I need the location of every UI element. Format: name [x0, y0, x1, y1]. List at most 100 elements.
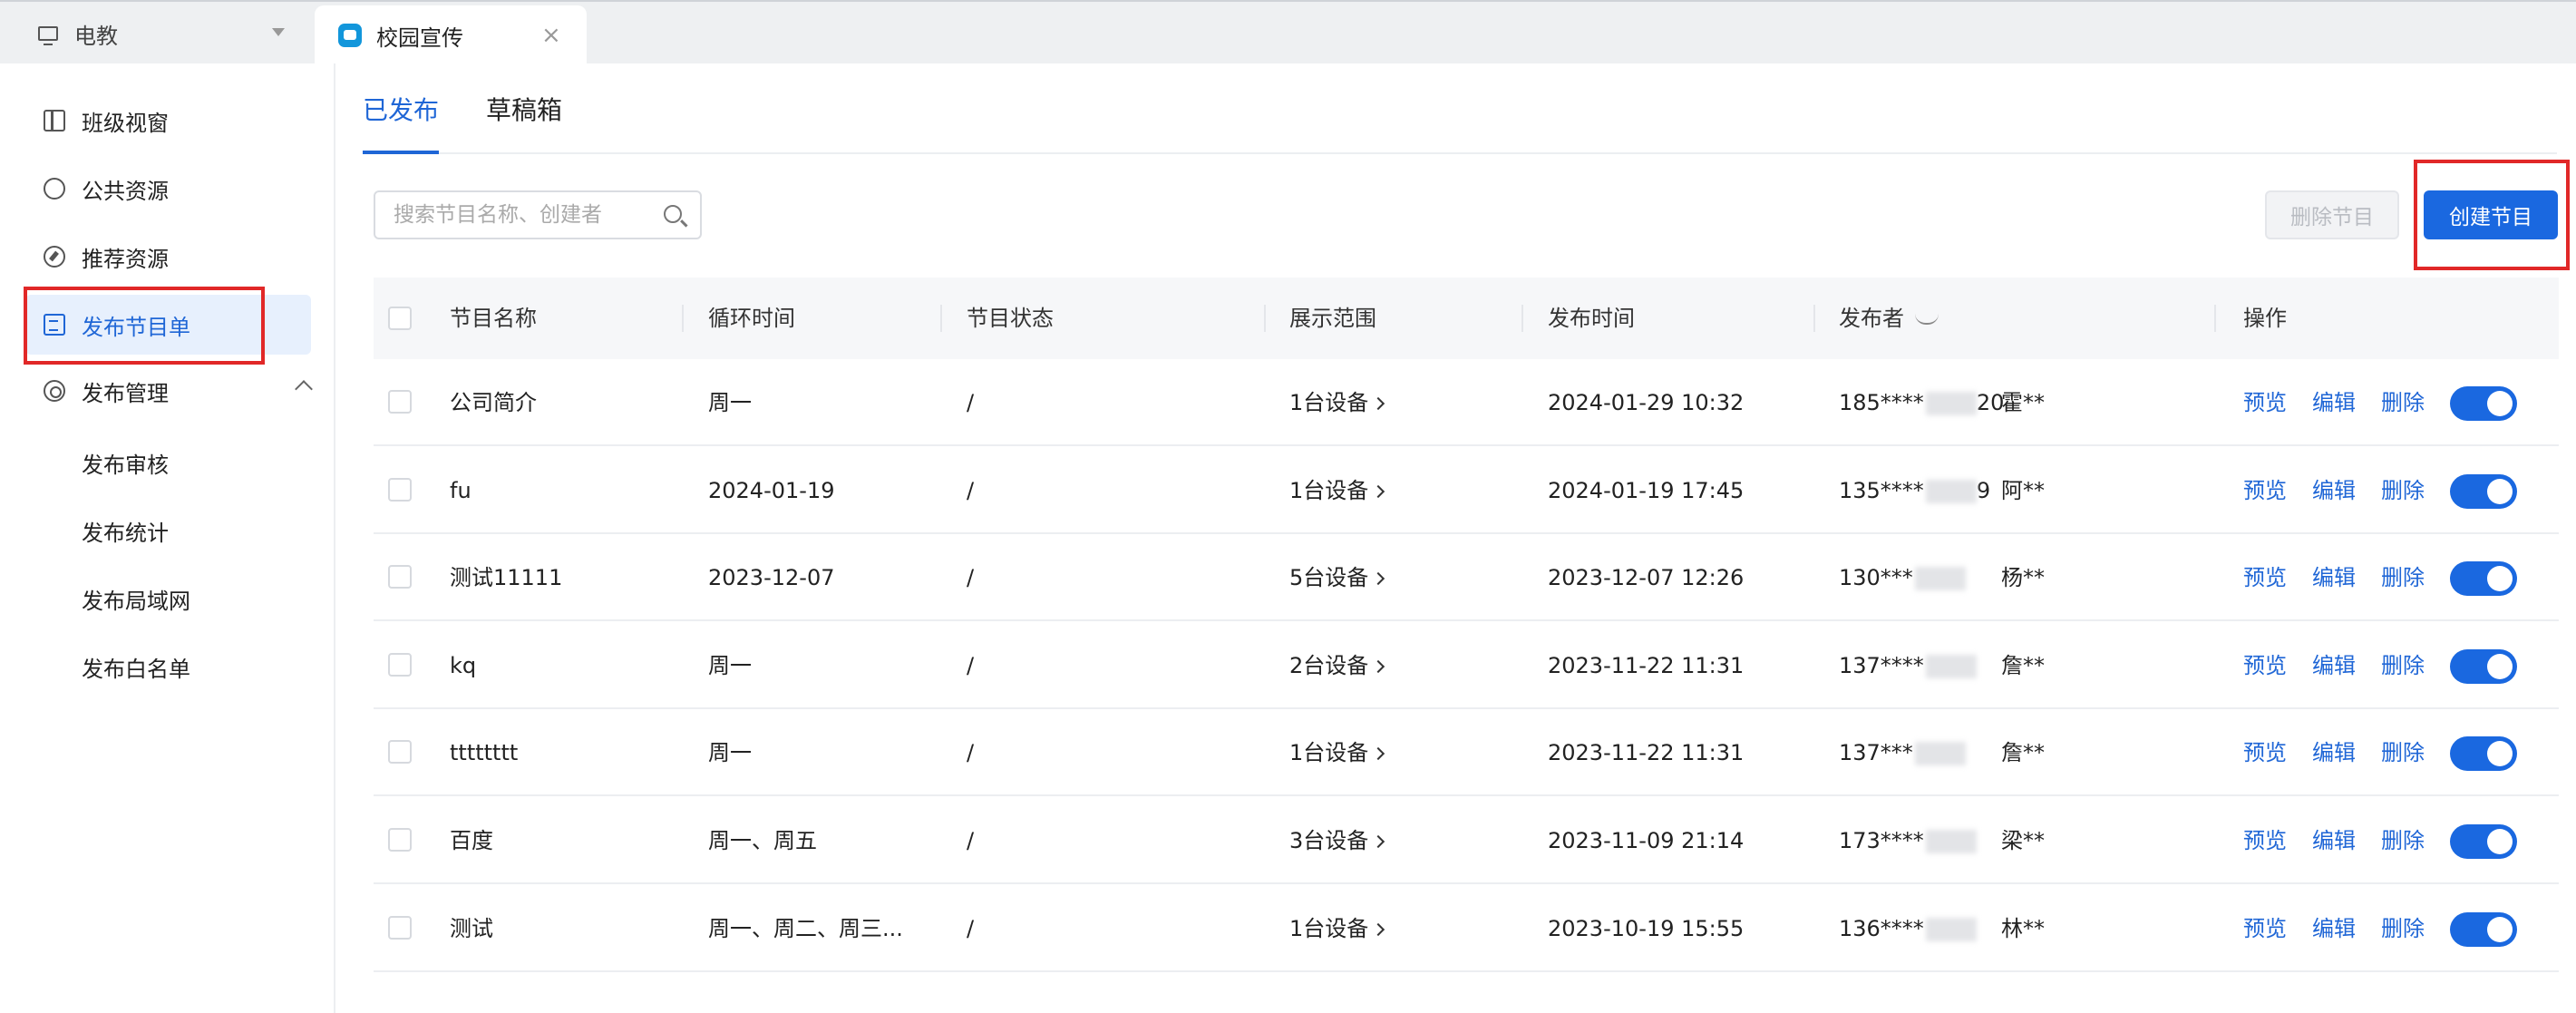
- sidebar-subitem-lan[interactable]: 发布局域网: [82, 583, 190, 615]
- row-checkbox[interactable]: [388, 390, 412, 414]
- column-header-cycle: 循环时间: [708, 306, 795, 331]
- program-status: /: [967, 828, 975, 853]
- eye-closed-icon[interactable]: [1915, 314, 1939, 325]
- display-scope-link[interactable]: 1台设备: [1289, 885, 1385, 972]
- publish-toggle[interactable]: [2450, 473, 2517, 509]
- edit-link[interactable]: 编辑: [2312, 709, 2356, 796]
- redacted-block: [1914, 742, 1966, 766]
- program-name: 测试: [450, 915, 493, 941]
- publish-toggle[interactable]: [2450, 386, 2517, 421]
- row-checkbox[interactable]: [388, 477, 412, 502]
- sidebar-item-publish-management[interactable]: 发布管理: [25, 361, 313, 421]
- highlight-box-sidebar: [24, 287, 265, 365]
- display-scope-label: 1台设备: [1289, 740, 1369, 766]
- chevron-right-icon: [1372, 484, 1385, 498]
- delete-program-button[interactable]: 删除节目: [2265, 190, 2399, 239]
- create-program-button[interactable]: 创建节目: [2424, 190, 2558, 239]
- app-tab-campus-promo[interactable]: 校园宣传 ×: [315, 5, 587, 65]
- table-row: 百度 周一、周五 / 3台设备 2023-11-09 21:14 173**** 梁** 预览…: [374, 797, 2559, 884]
- publish-time: 2023-11-22 11:31: [1548, 652, 1745, 678]
- sidebar-item-recommended[interactable]: 推荐资源: [25, 227, 311, 287]
- preview-link[interactable]: 预览: [2243, 885, 2287, 972]
- publisher-name: 梁**: [2001, 828, 2045, 853]
- search-box: [374, 190, 702, 239]
- edit-link[interactable]: 编辑: [2312, 622, 2356, 709]
- sidebar-item-label: 发布管理: [82, 380, 169, 406]
- tab-bar: 已发布 草稿箱: [363, 63, 2557, 154]
- cycle-time: 周一、周五: [708, 828, 817, 853]
- program-status: /: [967, 390, 975, 415]
- display-scope-link[interactable]: 5台设备: [1289, 534, 1385, 621]
- sidebar-subitem-statistics[interactable]: 发布统计: [82, 515, 169, 547]
- sidebar-item-label: 公共资源: [82, 178, 169, 204]
- program-name: 公司简介: [450, 390, 537, 415]
- sidebar-item-class-window[interactable]: 班级视窗: [25, 91, 311, 151]
- edit-link[interactable]: 编辑: [2312, 534, 2356, 621]
- publisher-phone: 137****: [1839, 622, 1977, 709]
- preview-link[interactable]: 预览: [2243, 797, 2287, 884]
- display-scope-link[interactable]: 2台设备: [1289, 622, 1385, 709]
- publisher-header-label: 发布者: [1839, 306, 1904, 331]
- delete-link[interactable]: 删除: [2381, 622, 2425, 709]
- row-checkbox[interactable]: [388, 740, 412, 765]
- publish-toggle[interactable]: [2450, 824, 2517, 859]
- edit-link[interactable]: 编辑: [2312, 359, 2356, 446]
- program-status: /: [967, 652, 975, 678]
- sidebar-subitem-review[interactable]: 发布审核: [82, 447, 169, 479]
- display-scope-link[interactable]: 3台设备: [1289, 797, 1385, 884]
- cycle-time: 周一: [708, 390, 752, 415]
- publish-toggle[interactable]: [2450, 648, 2517, 684]
- delete-link[interactable]: 删除: [2381, 447, 2425, 534]
- workspace-selector[interactable]: 电教: [0, 2, 308, 65]
- close-icon[interactable]: ×: [541, 22, 561, 49]
- publish-toggle[interactable]: [2450, 736, 2517, 772]
- tab-published[interactable]: 已发布: [363, 91, 440, 154]
- preview-link[interactable]: 预览: [2243, 447, 2287, 534]
- delete-link[interactable]: 删除: [2381, 534, 2425, 621]
- preview-link[interactable]: 预览: [2243, 622, 2287, 709]
- edit-link[interactable]: 编辑: [2312, 447, 2356, 534]
- sidebar-item-public-resources[interactable]: 公共资源: [25, 159, 311, 219]
- preview-link[interactable]: 预览: [2243, 709, 2287, 796]
- publisher-name: 詹**: [2001, 652, 2045, 678]
- delete-link[interactable]: 删除: [2381, 709, 2425, 796]
- table-row: 公司简介 周一 / 1台设备 2024-01-29 10:32 185**** 20 霍** 预…: [374, 359, 2559, 446]
- publish-toggle[interactable]: [2450, 561, 2517, 597]
- delete-link[interactable]: 删除: [2381, 359, 2425, 446]
- column-header-time: 发布时间: [1548, 306, 1635, 331]
- column-divider: [1813, 305, 1815, 332]
- publisher-name: 霍**: [2001, 390, 2045, 415]
- program-name: fu: [450, 477, 471, 503]
- delete-link[interactable]: 删除: [2381, 797, 2425, 884]
- display-scope-link[interactable]: 1台设备: [1289, 359, 1385, 446]
- edit-link[interactable]: 编辑: [2312, 885, 2356, 972]
- publish-time: 2024-01-19 17:45: [1548, 477, 1745, 503]
- display-scope-link[interactable]: 1台设备: [1289, 709, 1385, 796]
- row-checkbox[interactable]: [388, 565, 412, 589]
- publish-toggle[interactable]: [2450, 911, 2517, 947]
- select-all-checkbox[interactable]: [388, 307, 412, 330]
- tab-drafts[interactable]: 草稿箱: [486, 91, 562, 151]
- column-header-scope: 展示范围: [1289, 306, 1376, 331]
- search-input[interactable]: [394, 203, 656, 227]
- row-checkbox[interactable]: [388, 915, 412, 940]
- chevron-right-icon: [1372, 396, 1385, 411]
- column-header-actions: 操作: [2243, 306, 2287, 331]
- edit-link[interactable]: 编辑: [2312, 797, 2356, 884]
- sidebar-subitem-whitelist[interactable]: 发布白名单: [82, 651, 190, 683]
- publisher-name: 杨**: [2001, 565, 2045, 591]
- display-scope-link[interactable]: 1台设备: [1289, 447, 1385, 534]
- phone-masked: 137***: [1839, 740, 1913, 766]
- preview-link[interactable]: 预览: [2243, 359, 2287, 446]
- search-icon[interactable]: [664, 205, 682, 223]
- share-icon: [44, 178, 65, 200]
- sidebar-item-label: 班级视窗: [82, 110, 169, 136]
- preview-link[interactable]: 预览: [2243, 534, 2287, 621]
- delete-link[interactable]: 删除: [2381, 885, 2425, 972]
- row-checkbox[interactable]: [388, 828, 412, 852]
- program-status: /: [967, 565, 975, 591]
- phone-masked: 137****: [1839, 652, 1924, 678]
- row-checkbox[interactable]: [388, 652, 412, 677]
- board-icon: [44, 110, 65, 131]
- publish-time: 2023-10-19 15:55: [1548, 915, 1745, 941]
